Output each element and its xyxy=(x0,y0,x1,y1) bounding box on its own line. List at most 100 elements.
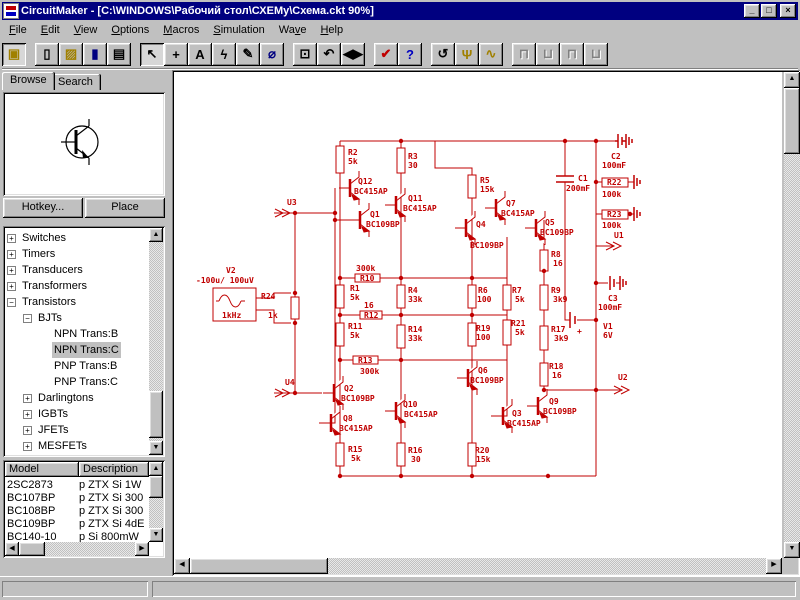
new-file-button[interactable]: ▯ xyxy=(35,42,59,66)
tree-item-label[interactable]: MESFETs xyxy=(36,438,89,454)
resistor-symbol[interactable] xyxy=(539,325,549,351)
resistor-symbol[interactable] xyxy=(502,319,512,346)
resistor-symbol[interactable] xyxy=(396,147,406,174)
column-header-model[interactable]: Model xyxy=(5,462,79,477)
expand-icon[interactable]: + xyxy=(23,393,32,403)
transistor-symbol[interactable] xyxy=(385,188,407,222)
menu-options[interactable]: Options xyxy=(104,22,156,38)
table-hscrollbar[interactable]: ◀ ▶ xyxy=(5,542,149,556)
save-button[interactable]: ▮ xyxy=(83,42,107,66)
description-cell[interactable]: p ZTX Si 300 xyxy=(79,505,149,518)
mirror-button[interactable]: ◀▶ xyxy=(341,42,365,66)
tree-scroll-up[interactable]: ▲ xyxy=(149,228,163,242)
zoom-tool-button[interactable]: ⌀ xyxy=(260,42,284,66)
menu-file[interactable]: File xyxy=(2,22,34,38)
run-analyses-button[interactable]: ∿ xyxy=(479,42,503,66)
resistor-symbol[interactable] xyxy=(467,284,477,309)
table-scroll-right[interactable]: ▶ xyxy=(135,542,149,556)
resistor-symbol[interactable] xyxy=(467,174,477,199)
tree-item-jfets[interactable]: + JFETs xyxy=(7,422,147,438)
expand-icon[interactable]: + xyxy=(23,441,32,451)
naming-tool-button[interactable]: ✎ xyxy=(236,42,260,66)
description-cell[interactable]: p ZTX Si 1W xyxy=(79,479,149,492)
resistor-symbol[interactable] xyxy=(467,322,477,347)
tree-item-label[interactable]: Transistors xyxy=(20,294,78,310)
tree-item-pnp-trans-b[interactable]: PNP Trans:B xyxy=(7,358,147,374)
expand-icon[interactable]: + xyxy=(7,281,16,291)
tree-scroll-down[interactable]: ▼ xyxy=(149,441,163,455)
collapse-icon[interactable]: − xyxy=(7,297,16,307)
table-scroll-left[interactable]: ◀ xyxy=(5,542,19,556)
resistor-symbol[interactable] xyxy=(396,284,406,309)
tree-item-label[interactable]: IGBTs xyxy=(36,406,70,422)
model-cell[interactable]: BC107BP xyxy=(7,492,77,505)
probe-button[interactable]: Ψ xyxy=(455,42,479,66)
menu-macros[interactable]: Macros xyxy=(156,22,206,38)
menu-wave[interactable]: Wave xyxy=(272,22,314,38)
delete-tool-button[interactable]: ϟ xyxy=(212,42,236,66)
tree-item-label[interactable]: Transformers xyxy=(20,278,89,294)
tree-item-label[interactable]: PNP Trans:B xyxy=(52,358,119,374)
tree-item-label[interactable]: PNP Trans:C xyxy=(52,374,120,390)
description-cell[interactable]: p ZTX Si 4dE xyxy=(79,518,149,531)
close-button[interactable]: × xyxy=(780,4,796,18)
expand-icon[interactable]: + xyxy=(7,233,16,243)
expand-icon[interactable]: + xyxy=(23,425,32,435)
transistor-symbol[interactable] xyxy=(485,191,507,225)
menu-help[interactable]: Help xyxy=(313,22,350,38)
fit-window-button[interactable]: ⊡ xyxy=(293,42,317,66)
erc-check-button[interactable]: ✔ xyxy=(374,42,398,66)
browse-parts-button[interactable]: ▣ xyxy=(2,42,26,66)
minimize-button[interactable]: _ xyxy=(744,4,760,18)
schematic-hscrollbar[interactable]: ◀ ▶ xyxy=(174,558,782,574)
resistor-symbol[interactable] xyxy=(502,284,512,311)
schematic-scroll-up[interactable]: ▲ xyxy=(784,72,800,88)
tree-item-label[interactable]: Transducers xyxy=(20,262,85,278)
tree-item-igbts[interactable]: + IGBTs xyxy=(7,406,147,422)
tab-search[interactable]: Search xyxy=(50,74,101,90)
tree-item-label[interactable]: BJTs xyxy=(36,310,64,326)
transistor-symbol[interactable] xyxy=(385,394,407,428)
expand-icon[interactable]: + xyxy=(7,265,16,275)
tree-item-npn-trans-c[interactable]: NPN Trans:C xyxy=(7,342,147,358)
print-button[interactable]: ▤ xyxy=(107,42,131,66)
tab-browse[interactable]: Browse xyxy=(2,72,55,90)
tree-scrollbar[interactable]: ▲ ▼ xyxy=(149,228,163,455)
resistor-symbol[interactable] xyxy=(290,296,300,320)
tree-item-transducers[interactable]: + Transducers xyxy=(7,262,147,278)
schematic-scroll-left[interactable]: ◀ xyxy=(174,558,190,574)
resistor-symbol[interactable] xyxy=(335,442,345,467)
resistor-symbol[interactable] xyxy=(539,362,549,387)
schematic-vscrollbar[interactable]: ▲ ▼ xyxy=(784,72,800,558)
tree-item-transformers[interactable]: + Transformers xyxy=(7,278,147,294)
schematic-canvas[interactable]: R2 5k R3 30 Q12 BC415AP Q11 BC415AP U3 Q1 BC109BP R… xyxy=(174,72,782,558)
tree-item-label[interactable]: Darlingtons xyxy=(36,390,96,406)
resistor-symbol[interactable] xyxy=(335,284,345,309)
reset-button[interactable]: ↺ xyxy=(431,42,455,66)
expand-icon[interactable]: + xyxy=(23,409,32,419)
tree-item-mesfets[interactable]: + MESFETs xyxy=(7,438,147,454)
menu-simulation[interactable]: Simulation xyxy=(206,22,271,38)
transistor-symbol[interactable] xyxy=(527,389,549,423)
place-button[interactable]: Place xyxy=(85,198,165,218)
tree-scroll-thumb[interactable] xyxy=(149,391,163,438)
tree-item-bjts[interactable]: − BJTs xyxy=(7,310,147,326)
tree-item-pnp-trans-c[interactable]: PNP Trans:C xyxy=(7,374,147,390)
resistor-symbol[interactable] xyxy=(335,145,345,174)
schematic-hscroll-thumb[interactable] xyxy=(190,558,328,574)
expand-icon[interactable]: + xyxy=(7,249,16,259)
collapse-icon[interactable]: − xyxy=(23,313,32,323)
wire-tool-button[interactable]: + xyxy=(164,42,188,66)
menu-view[interactable]: View xyxy=(67,22,105,38)
menu-edit[interactable]: Edit xyxy=(34,22,67,38)
text-tool-button[interactable]: A xyxy=(188,42,212,66)
tree-item-darlingtons[interactable]: + Darlingtons xyxy=(7,390,147,406)
description-cell[interactable]: p ZTX Si 300 xyxy=(79,492,149,505)
model-cell[interactable]: BC108BP xyxy=(7,505,77,518)
tree-item-timers[interactable]: + Timers xyxy=(7,246,147,262)
tree-item-label[interactable]: Switches xyxy=(20,230,68,246)
schematic-scroll-right[interactable]: ▶ xyxy=(766,558,782,574)
tree-item-label[interactable]: JFETs xyxy=(36,422,71,438)
table-vscrollbar[interactable]: ▲ ▼ xyxy=(149,462,163,542)
model-cell[interactable]: BC109BP xyxy=(7,518,77,531)
